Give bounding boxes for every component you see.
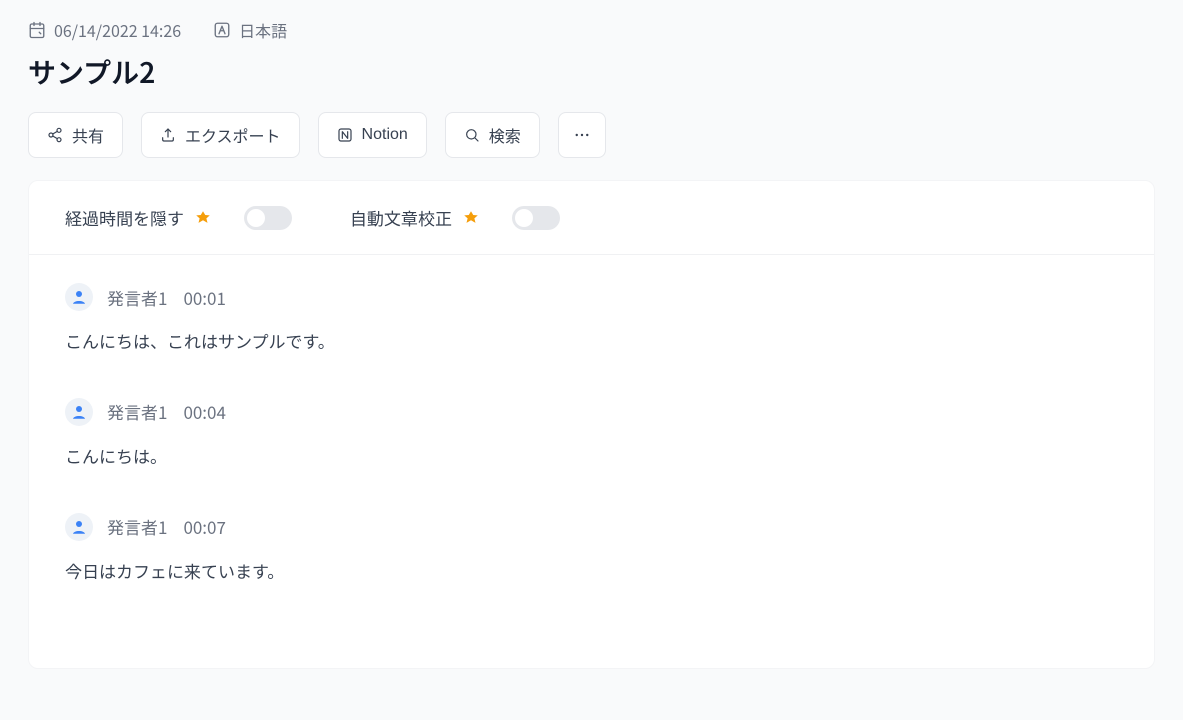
transcript-text[interactable]: こんにちは。 — [65, 442, 1118, 471]
avatar — [65, 398, 93, 426]
search-label: 検索 — [489, 123, 521, 147]
timestamp[interactable]: 00:04 — [183, 399, 225, 424]
auto-proofread-label: 自動文章校正 — [350, 205, 452, 230]
transcript-entry: 発言者1 00:01 こんにちは、これはサンプルです。 — [65, 283, 1118, 356]
transcript-text[interactable]: 今日はカフェに来ています。 — [65, 557, 1118, 586]
controls-row: 経過時間を隠す 自動文章校正 — [29, 181, 1154, 255]
share-icon — [47, 127, 63, 143]
more-button[interactable] — [558, 112, 606, 158]
premium-badge-icon — [462, 209, 480, 227]
share-button[interactable]: 共有 — [28, 112, 123, 158]
export-label: エクスポート — [185, 123, 281, 147]
meta-row: 06/14/2022 14:26 日本語 — [28, 18, 1155, 42]
speaker-name[interactable]: 発言者1 — [107, 399, 167, 424]
page-title: サンプル2 — [28, 52, 1155, 92]
auto-proofread-toggle[interactable] — [512, 206, 560, 230]
timestamp[interactable]: 00:07 — [183, 514, 225, 539]
avatar — [65, 283, 93, 311]
premium-badge-icon — [194, 209, 212, 227]
export-button[interactable]: エクスポート — [141, 112, 300, 158]
auto-proofread-control: 自動文章校正 — [350, 205, 560, 230]
export-icon — [160, 127, 176, 143]
hide-elapsed-toggle[interactable] — [244, 206, 292, 230]
meta-datetime: 06/14/2022 14:26 — [54, 18, 181, 42]
share-label: 共有 — [72, 123, 104, 147]
main-panel: 経過時間を隠す 自動文章校正 — [28, 180, 1155, 669]
meta-language: 日本語 — [239, 18, 287, 42]
timestamp[interactable]: 00:01 — [183, 285, 225, 310]
search-icon — [464, 127, 480, 143]
speaker-name[interactable]: 発言者1 — [107, 514, 167, 539]
notion-button[interactable]: Notion — [318, 112, 427, 158]
transcript-entry: 発言者1 00:07 今日はカフェに来ています。 — [65, 513, 1118, 586]
notion-label: Notion — [362, 126, 408, 144]
speaker-name[interactable]: 発言者1 — [107, 285, 167, 310]
avatar — [65, 513, 93, 541]
transcript-text[interactable]: こんにちは、これはサンプルです。 — [65, 327, 1118, 356]
hide-elapsed-label: 経過時間を隠す — [65, 205, 184, 230]
transcript-entry: 発言者1 00:04 こんにちは。 — [65, 398, 1118, 471]
language-icon — [213, 21, 231, 39]
calendar-icon — [28, 21, 46, 39]
transcript: 発言者1 00:01 こんにちは、これはサンプルです。 発言者1 00:04 こ… — [29, 255, 1154, 668]
toolbar: 共有 エクスポート Notion — [28, 112, 1155, 158]
hide-elapsed-control: 経過時間を隠す — [65, 205, 292, 230]
search-button[interactable]: 検索 — [445, 112, 540, 158]
more-icon — [573, 126, 591, 144]
notion-icon — [337, 127, 353, 143]
